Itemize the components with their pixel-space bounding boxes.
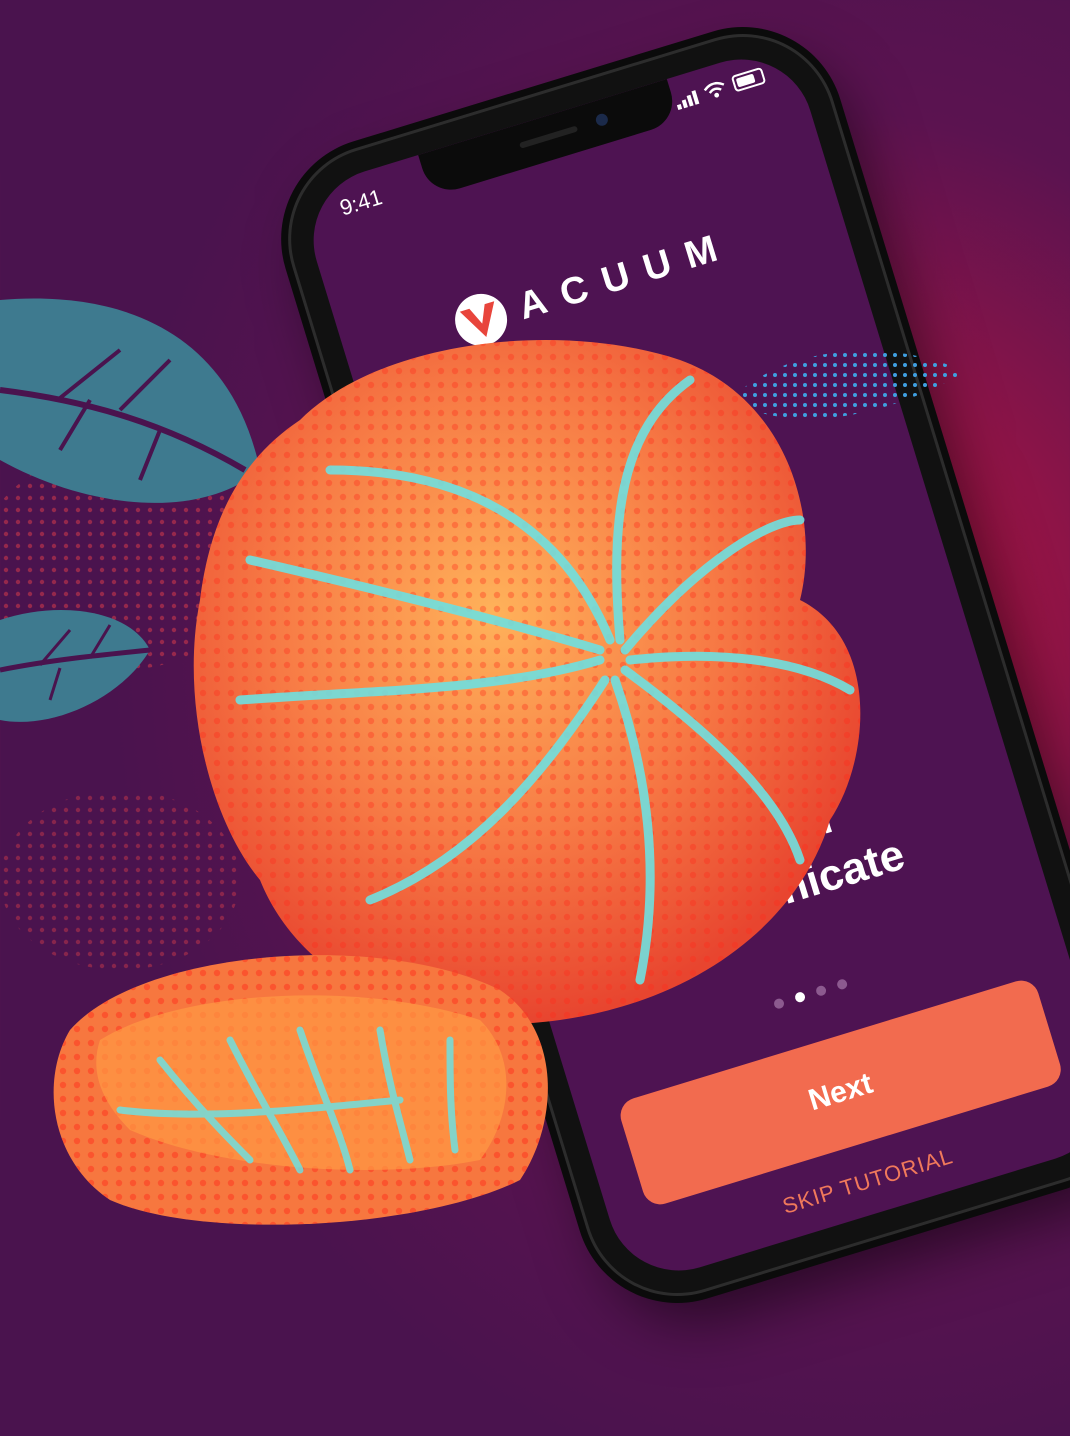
status-icons [673, 66, 767, 110]
signal-icon [674, 88, 700, 110]
page-dot-active[interactable] [793, 990, 807, 1004]
v-logo-icon [448, 287, 514, 353]
next-button[interactable]: Next [616, 976, 1066, 1209]
onboarding-text: those by and ommunicate [530, 694, 996, 982]
status-time: 9:41 [336, 184, 386, 221]
front-camera [594, 112, 610, 128]
logo-wordmark: ACUUM [513, 222, 738, 328]
page-dot[interactable] [814, 984, 828, 997]
page-dot[interactable] [772, 997, 786, 1010]
battery-icon [730, 66, 767, 93]
app-logo: ACUUM [340, 185, 849, 386]
wifi-icon [703, 81, 725, 98]
page-dot[interactable] [835, 978, 849, 991]
speaker-grille [519, 125, 579, 149]
